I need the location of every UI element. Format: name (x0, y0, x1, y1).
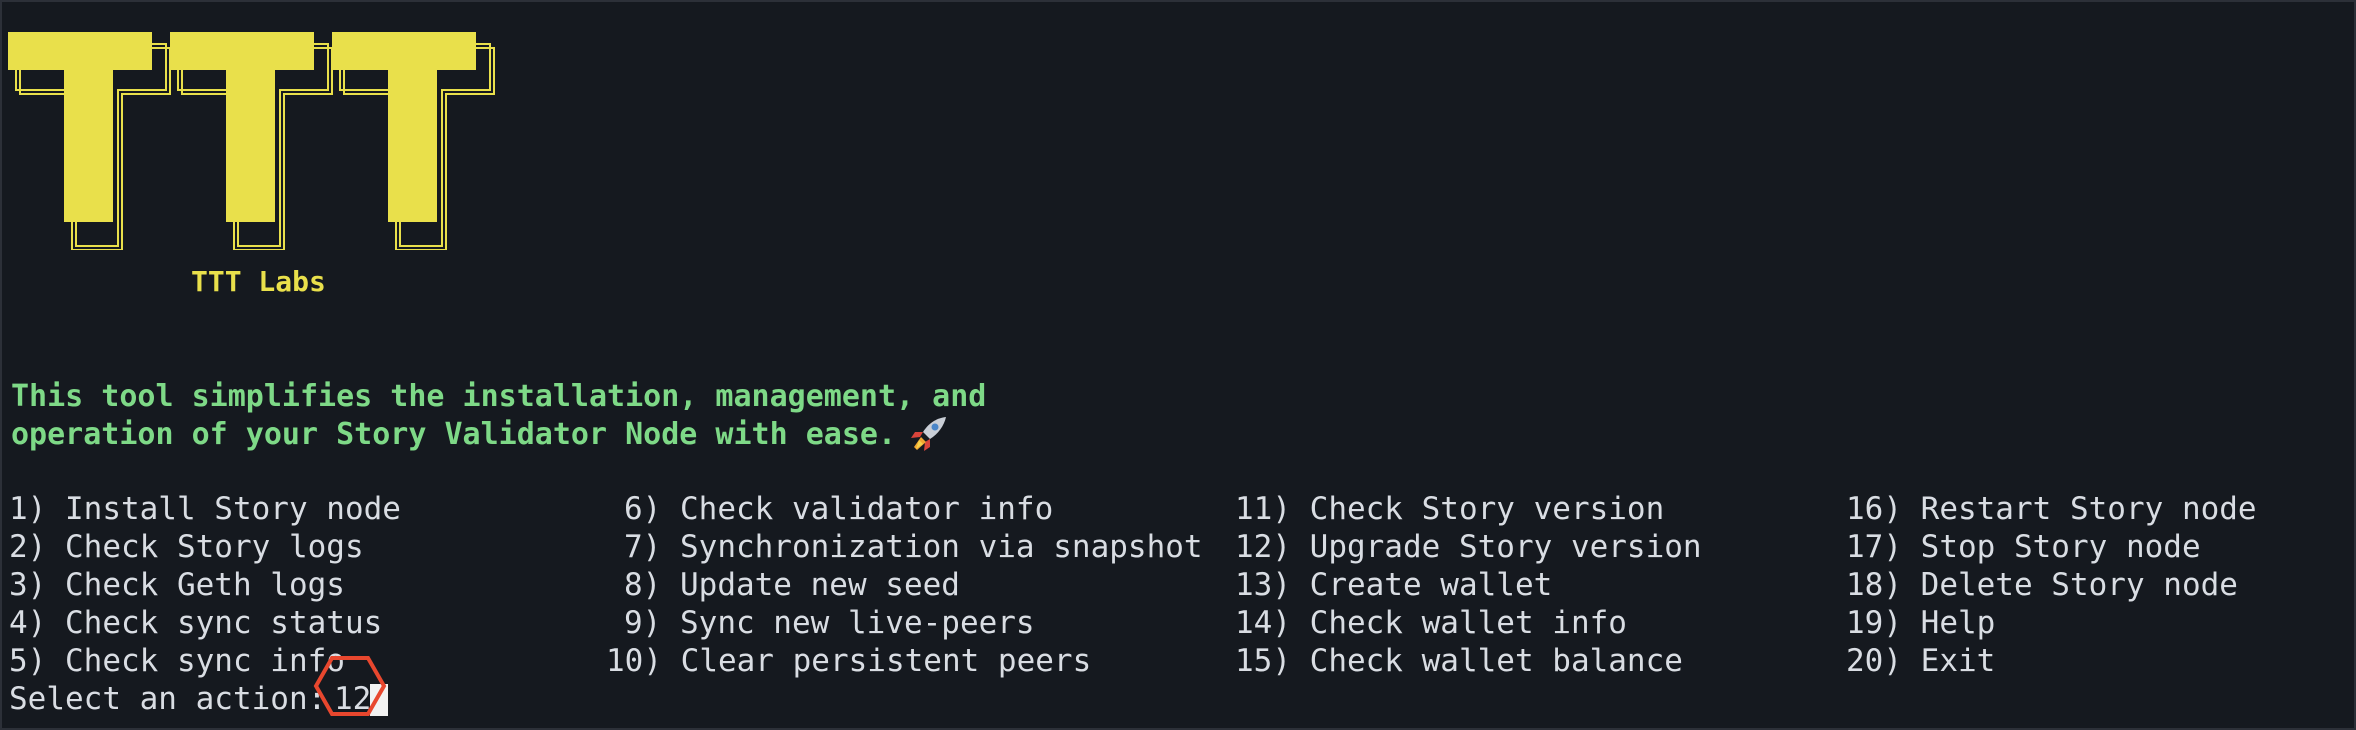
menu-item-exit[interactable]: 20) Exit (1846, 642, 1995, 680)
menu-item-check-sync-info[interactable]: 5) Check sync info (9, 642, 345, 680)
menu-item-check-wallet-balance[interactable]: 15) Check wallet balance (1235, 642, 1683, 680)
menu-item-stop-story-node[interactable]: 17) Stop Story node (1846, 528, 2201, 566)
tagline: This tool simplifies the installation, m… (11, 378, 986, 454)
input-highlight-annotation (313, 656, 387, 716)
brand-name: TTT Labs (191, 265, 326, 298)
menu-item-clear-persistent-peers[interactable]: 10) Clear persistent peers (606, 642, 1091, 680)
menu-item-check-sync-status[interactable]: 4) Check sync status (9, 604, 382, 642)
menu-item-check-validator-info[interactable]: 6) Check validator info (624, 490, 1053, 528)
menu-item-check-story-logs[interactable]: 2) Check Story logs (9, 528, 364, 566)
ttt-logo (8, 32, 495, 250)
rocket-icon (911, 417, 946, 451)
menu-item-check-wallet-info[interactable]: 14) Check wallet info (1235, 604, 1627, 642)
menu-item-install-story-node[interactable]: 1) Install Story node (9, 490, 401, 528)
action-prompt-label: Select an action: (9, 681, 345, 717)
menu-item-help[interactable]: 19) Help (1846, 604, 1995, 642)
menu-item-restart-story-node[interactable]: 16) Restart Story node (1846, 490, 2257, 528)
menu-item-update-new-seed[interactable]: 8) Update new seed (624, 566, 960, 604)
menu-item-create-wallet[interactable]: 13) Create wallet (1235, 566, 1552, 604)
menu-item-check-geth-logs[interactable]: 3) Check Geth logs (9, 566, 345, 604)
menu-item-upgrade-story-version[interactable]: 12) Upgrade Story version (1235, 528, 1702, 566)
tagline-line-1: This tool simplifies the installation, m… (11, 379, 987, 414)
menu-item-delete-story-node[interactable]: 18) Delete Story node (1846, 566, 2238, 604)
menu-item-synchronization-via-snapshot[interactable]: 7) Synchronization via snapshot (624, 528, 1203, 566)
menu-item-sync-new-live-peers[interactable]: 9) Sync new live-peers (624, 604, 1035, 642)
menu-item-check-story-version[interactable]: 11) Check Story version (1235, 490, 1664, 528)
tagline-line-2: operation of your Story Validator Node w… (11, 417, 897, 452)
